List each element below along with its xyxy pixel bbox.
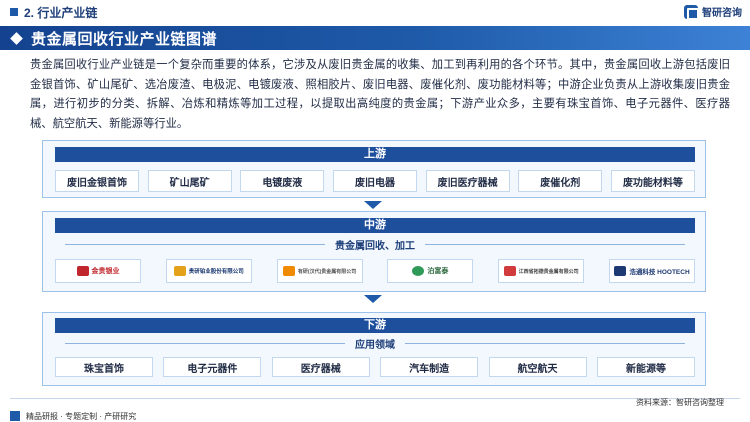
upstream-item: 废旧金银首饰 (55, 170, 139, 192)
upstream-item: 废功能材料等 (610, 170, 695, 192)
company-logo: 江西省拓德贵金属有限公司 (498, 259, 585, 283)
page-title: 贵金属回收行业产业链图谱 (31, 30, 218, 48)
globe-logo-icon (412, 266, 425, 276)
downstream-subtitle: 应用领域 (55, 336, 695, 351)
downstream-item: 电子元器件 (163, 357, 262, 377)
company-logo: 泊富泰 (387, 259, 474, 283)
brand: 智研咨询 (684, 4, 742, 20)
source-note: 资料来源：智研咨询整理 (636, 398, 724, 407)
section-title: 2. 行业产业链 (24, 5, 98, 20)
sino-platinum-logo-icon (173, 266, 186, 276)
down-arrow-icon (364, 201, 382, 209)
hootech-logo-icon (614, 266, 627, 276)
downstream-item: 汽车制造 (380, 357, 479, 377)
footer-tagline: 精品研报 · 专题定制 · 产研研究 (0, 410, 136, 422)
downstream-item: 航空航天 (488, 357, 587, 377)
jiangxi-logo-icon (503, 266, 516, 276)
company-logo: 金贵银业 (55, 259, 141, 283)
section-marker-icon (10, 8, 18, 16)
downstream-section: 下游 应用领域 珠宝首饰 电子元器件 医疗器械 汽车制造 航空航天 新能源等 (42, 312, 706, 386)
midstream-subtitle: 贵金属回收、加工 (55, 237, 695, 252)
upstream-section: 上游 废旧金银首饰 矿山尾矿 电镀废液 废旧电器 废旧医疗器械 废催化剂 废功能… (42, 140, 706, 198)
brand-logo-icon (684, 4, 699, 20)
brand-name: 智研咨询 (702, 8, 742, 19)
company-logo: 浩通科技 HOOTECH (608, 259, 695, 283)
midstream-section: 中游 贵金属回收、加工 金贵银业 贵研铂业股份有限公司 有研(汉代)贵金属有限公… (42, 211, 706, 292)
footer: 资料来源：智研咨询整理 精品研报 · 专题定制 · 产研研究 (0, 396, 750, 422)
upstream-item: 废旧电器 (332, 170, 417, 192)
kf-logo-icon (282, 266, 295, 276)
diamond-icon (10, 31, 23, 45)
crown-logo-icon (76, 266, 89, 276)
upstream-item: 电镀废液 (240, 170, 325, 192)
title-bar: 贵金属回收行业产业链图谱 (0, 26, 750, 50)
company-logo: 有研(汉代)贵金属有限公司 (276, 259, 363, 283)
upstream-item: 矿山尾矿 (147, 170, 232, 192)
downstream-item: 珠宝首饰 (55, 357, 153, 377)
upstream-items: 废旧金银首饰 矿山尾矿 电镀废液 废旧电器 废旧医疗器械 废催化剂 废功能材料等 (55, 170, 695, 192)
downstream-items: 珠宝首饰 电子元器件 医疗器械 汽车制造 航空航天 新能源等 (55, 357, 695, 377)
downstream-item: 医疗器械 (271, 357, 370, 377)
intro-paragraph: 贵金属回收行业产业链是一个复杂而重要的体系，它涉及从废旧贵金属的收集、加工到再利… (30, 59, 730, 130)
midstream-header: 中游 (55, 218, 695, 233)
midstream-logos: 金贵银业 贵研铂业股份有限公司 有研(汉代)贵金属有限公司 泊富泰 江西省拓德贵… (55, 259, 695, 283)
company-logo: 贵研铂业股份有限公司 (165, 259, 252, 283)
footer-divider (10, 398, 740, 399)
brand-square-icon (10, 411, 20, 421)
upstream-header: 上游 (55, 147, 695, 162)
downstream-header: 下游 (55, 318, 695, 333)
upstream-item: 废旧医疗器械 (425, 170, 510, 192)
down-arrow-icon (364, 295, 382, 303)
upstream-item: 废催化剂 (518, 170, 603, 192)
downstream-item: 新能源等 (596, 357, 695, 377)
top-bar: 2. 行业产业链 (0, 0, 750, 24)
